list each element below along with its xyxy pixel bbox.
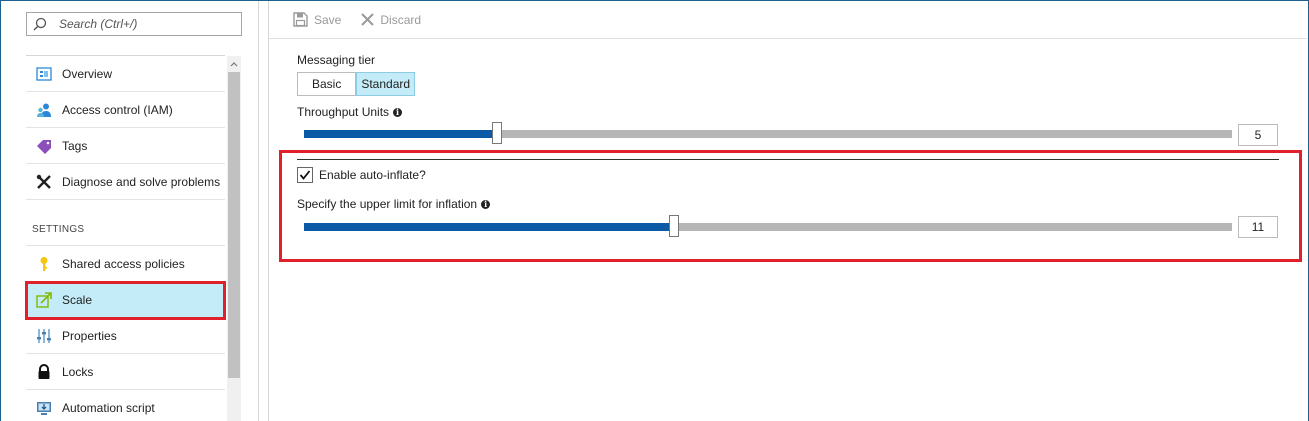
toolbar: Save Discard: [269, 1, 1307, 39]
search-icon: [33, 17, 47, 31]
sidebar-item-locks[interactable]: Locks: [26, 354, 225, 390]
sidebar-item-shared-access-policies[interactable]: Shared access policies: [26, 246, 225, 282]
automation-icon: [36, 400, 52, 416]
sidebar-item-overview[interactable]: Overview: [26, 56, 225, 92]
inflation-limit-value[interactable]: 11: [1238, 216, 1278, 238]
discard-button[interactable]: Discard: [361, 13, 421, 27]
search-box[interactable]: [26, 12, 242, 36]
sidebar-item-tags[interactable]: Tags: [26, 128, 225, 164]
inflation-limit-slider[interactable]: [304, 215, 1232, 237]
sidebar-item-label: Access control (IAM): [62, 102, 173, 117]
save-icon: [293, 12, 308, 27]
sidebar-item-label: Diagnose and solve problems: [62, 174, 221, 189]
sidebar-item-properties[interactable]: Properties: [26, 318, 225, 354]
sidebar-nav: Overview Access control (IAM) Tags Diagn…: [26, 56, 225, 421]
sidebar-item-label: Properties: [62, 328, 117, 343]
throughput-units-value[interactable]: 5: [1238, 124, 1278, 146]
scroll-up-arrow-icon[interactable]: [229, 60, 239, 68]
wrench-icon: [36, 174, 52, 190]
discard-label: Discard: [380, 12, 422, 27]
inflation-limit-label: Specify the upper limit for inflation i: [297, 197, 491, 211]
properties-icon: [36, 328, 52, 344]
sidebar-item-label: Automation script: [62, 400, 155, 415]
scale-icon: [36, 291, 52, 308]
tag-icon: [36, 138, 52, 154]
throughput-units-slider[interactable]: [304, 122, 1232, 144]
slider-fill: [304, 130, 497, 138]
auto-inflate-label: Enable auto-inflate?: [319, 168, 426, 182]
slider-thumb[interactable]: [669, 215, 679, 237]
slider-thumb[interactable]: [492, 122, 502, 144]
messaging-tier-selector: Basic Standard: [297, 72, 416, 96]
sidebar-scrollbar[interactable]: [227, 56, 241, 421]
section-label-settings: SETTINGS: [26, 200, 225, 246]
slider-fill: [304, 223, 674, 231]
sidebar-item-automation-script[interactable]: Automation script: [26, 390, 225, 421]
throughput-units-label: Throughput Units i: [297, 105, 403, 119]
messaging-tier-label: Messaging tier: [297, 53, 375, 67]
info-icon[interactable]: i: [481, 199, 491, 209]
save-button[interactable]: Save: [293, 12, 341, 27]
sidebar-item-diagnose[interactable]: Diagnose and solve problems: [26, 164, 225, 200]
info-icon[interactable]: i: [393, 107, 403, 117]
tier-option-standard[interactable]: Standard: [356, 72, 416, 96]
section-divider: [297, 159, 1279, 160]
throughput-units-label-text: Throughput Units: [297, 105, 390, 119]
sidebar-item-access-control[interactable]: Access control (IAM): [26, 92, 225, 128]
auto-inflate-checkbox[interactable]: [297, 167, 313, 183]
main-panel: Save Discard Messaging tier Basic Standa…: [268, 1, 1307, 421]
scrollbar-thumb[interactable]: [228, 72, 240, 378]
sidebar-item-scale[interactable]: Scale: [26, 282, 225, 318]
search-input[interactable]: [59, 17, 239, 31]
lock-icon: [36, 363, 52, 380]
auto-inflate-row: Enable auto-inflate?: [297, 167, 426, 183]
key-icon: [36, 256, 52, 272]
sidebar-item-label: Overview: [62, 66, 113, 81]
sidebar-item-label: Scale: [62, 292, 93, 307]
sidebar-item-label: Tags: [62, 138, 88, 153]
sidebar-item-label: Shared access policies: [62, 256, 185, 271]
tier-option-basic[interactable]: Basic: [297, 72, 357, 96]
sidebar-item-label: Locks: [62, 364, 94, 379]
inflation-limit-label-text: Specify the upper limit for inflation: [297, 197, 478, 211]
save-label: Save: [314, 12, 342, 27]
checkmark-icon: [299, 170, 311, 180]
sidebar: Overview Access control (IAM) Tags Diagn…: [1, 1, 259, 421]
messaging-tier-label-text: Messaging tier: [297, 53, 376, 67]
close-icon: [361, 13, 375, 26]
overview-icon: [36, 66, 52, 82]
users-icon: [36, 102, 52, 118]
